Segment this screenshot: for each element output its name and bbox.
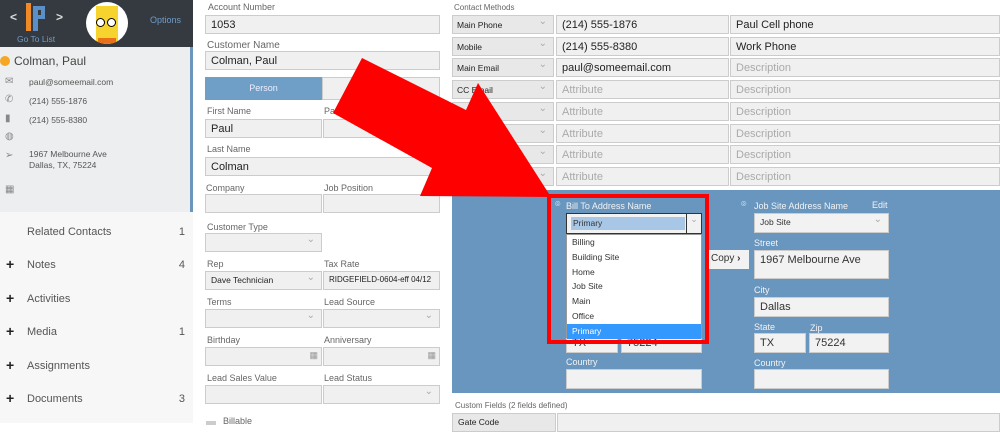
red-highlight-box xyxy=(547,194,709,344)
red-arrow-annotation xyxy=(333,58,551,197)
annotation-overlay xyxy=(333,58,709,344)
